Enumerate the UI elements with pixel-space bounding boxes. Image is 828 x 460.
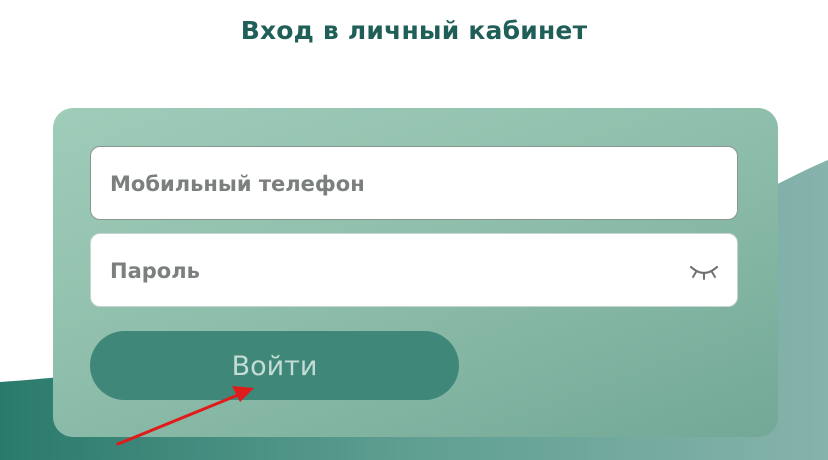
password-input[interactable]: Пароль bbox=[90, 233, 738, 307]
password-placeholder: Пароль bbox=[110, 259, 200, 283]
eye-closed-icon[interactable] bbox=[689, 261, 719, 281]
phone-placeholder: Мобильный телефон bbox=[110, 172, 365, 196]
phone-input[interactable]: Мобильный телефон bbox=[90, 146, 738, 220]
login-button[interactable]: Войти bbox=[90, 331, 459, 400]
login-card: Мобильный телефон Пароль Войти bbox=[53, 108, 778, 437]
page-title: Вход в личный кабинет bbox=[240, 16, 588, 45]
